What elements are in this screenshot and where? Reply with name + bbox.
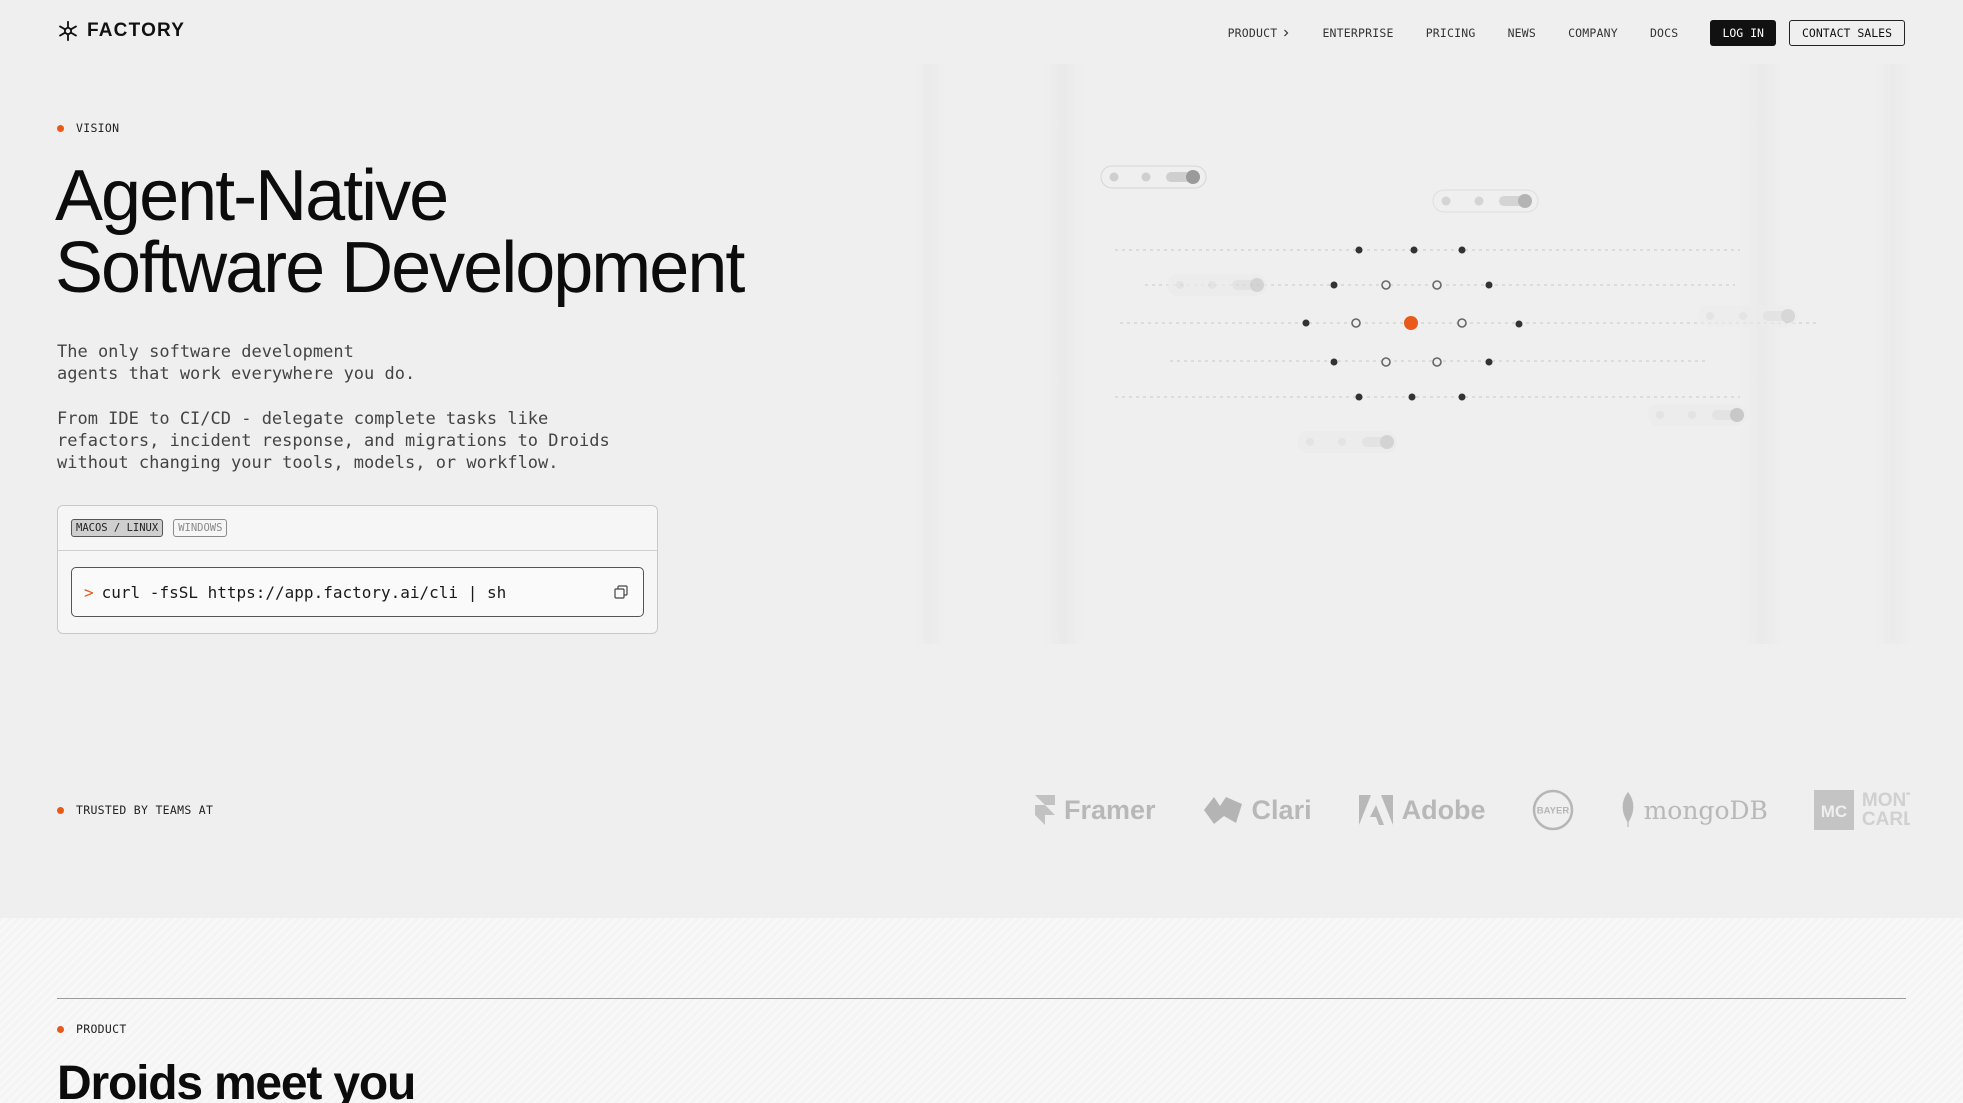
vision-eyebrow: VISION bbox=[57, 121, 119, 135]
nav-pricing[interactable]: PRICING bbox=[1426, 26, 1476, 40]
product-title: Droids meet you bbox=[57, 1057, 416, 1103]
status-pill bbox=[1100, 165, 1207, 189]
chevron-right-icon bbox=[1284, 29, 1289, 37]
accent-dot bbox=[57, 806, 64, 814]
product-eyebrow: PRODUCT bbox=[57, 1022, 127, 1036]
nav-enterprise[interactable]: ENTERPRISE bbox=[1322, 26, 1393, 40]
contact-sales-button[interactable]: CONTACT SALES bbox=[1788, 20, 1905, 46]
hero-title-line1: Agent-Native bbox=[55, 156, 449, 236]
command-text: curl -fsSL https://app.factory.ai/cli | … bbox=[101, 582, 507, 602]
mongodb-leaf-icon bbox=[1622, 792, 1634, 827]
brand-clari: Clari bbox=[1202, 794, 1312, 826]
status-pill bbox=[1167, 274, 1267, 296]
factory-logo-icon bbox=[59, 20, 77, 42]
nav-docs[interactable]: DOCS bbox=[1650, 26, 1679, 40]
factory-logo[interactable]: FACTORY bbox=[57, 20, 185, 42]
copy-icon[interactable] bbox=[613, 584, 629, 600]
bayer-logo-text: BAYER bbox=[1536, 806, 1569, 817]
brand-adobe-name: Adobe bbox=[1401, 794, 1486, 825]
status-pill bbox=[1647, 404, 1747, 426]
trusted-label: TRUSTED BY TEAMS AT bbox=[76, 803, 214, 817]
brand-adobe: Adobe bbox=[1358, 794, 1486, 826]
accent-dot bbox=[57, 1025, 64, 1033]
status-pill bbox=[1297, 431, 1397, 453]
nav-company[interactable]: COMPANY bbox=[1568, 26, 1618, 40]
clari-logo-icon bbox=[1203, 797, 1242, 824]
brand-framer: Framer bbox=[1034, 794, 1156, 826]
install-box: MACOS / LINUX WINDOWS > curl -fsSL https… bbox=[57, 505, 658, 634]
brand-bayer: BAYER bbox=[1532, 789, 1574, 831]
bayer-logo-icon: BAYER bbox=[1532, 789, 1573, 831]
brand-mongodb-name: mongoDB bbox=[1643, 795, 1768, 825]
trusted-eyebrow: TRUSTED BY TEAMS AT bbox=[57, 803, 213, 817]
vision-label: VISION bbox=[76, 121, 120, 135]
section-divider bbox=[57, 998, 1906, 999]
hero-description: From IDE to CI/CD - delegate complete ta… bbox=[57, 409, 610, 473]
main-nav: PRODUCT ENTERPRISE PRICING NEWS COMPANY … bbox=[1228, 20, 1905, 46]
status-pill bbox=[1432, 189, 1539, 213]
status-pill bbox=[1697, 305, 1797, 327]
active-node bbox=[1404, 316, 1418, 330]
framer-logo-icon bbox=[1035, 795, 1055, 825]
brand-clari-name: Clari bbox=[1251, 794, 1312, 825]
hero-title: Agent-Native Software Development bbox=[55, 156, 745, 308]
brand-mongodb: mongoDB bbox=[1620, 792, 1768, 828]
nav-news[interactable]: NEWS bbox=[1508, 26, 1537, 40]
adobe-logo-icon bbox=[1358, 795, 1393, 825]
droid-network-illustration bbox=[915, 64, 1911, 644]
brand-monte-carlo-name: MONTE CARLO bbox=[1861, 790, 1910, 830]
tab-windows[interactable]: WINDOWS bbox=[173, 519, 228, 537]
hero-title-line2: Software Development bbox=[55, 228, 745, 308]
monte-carlo-logo-icon: MC bbox=[1813, 790, 1854, 830]
product-label: PRODUCT bbox=[76, 1022, 127, 1036]
site-header: FACTORY PRODUCT ENTERPRISE PRICING NEWS … bbox=[0, 0, 1963, 64]
brand-monte-carlo: MC MONTE CARLO bbox=[1813, 790, 1910, 830]
logo-text: FACTORY bbox=[87, 20, 186, 41]
prompt-symbol: > bbox=[84, 582, 94, 602]
os-tabs: MACOS / LINUX WINDOWS bbox=[58, 506, 657, 551]
tab-macos-linux[interactable]: MACOS / LINUX bbox=[71, 519, 164, 537]
nav-product-label: PRODUCT bbox=[1227, 26, 1278, 40]
install-command[interactable]: > curl -fsSL https://app.factory.ai/cli … bbox=[71, 567, 644, 617]
customer-logos: Framer Clari Adobe BAYER mongoDB MC MON … bbox=[1000, 780, 1910, 840]
login-button[interactable]: LOG IN bbox=[1710, 20, 1776, 46]
nav-product[interactable]: PRODUCT bbox=[1228, 26, 1291, 40]
hero-tagline: The only software development agents tha… bbox=[57, 342, 416, 384]
accent-dot bbox=[57, 124, 64, 132]
svg-text:MC: MC bbox=[1821, 802, 1847, 821]
brand-framer-name: Framer bbox=[1064, 794, 1156, 825]
